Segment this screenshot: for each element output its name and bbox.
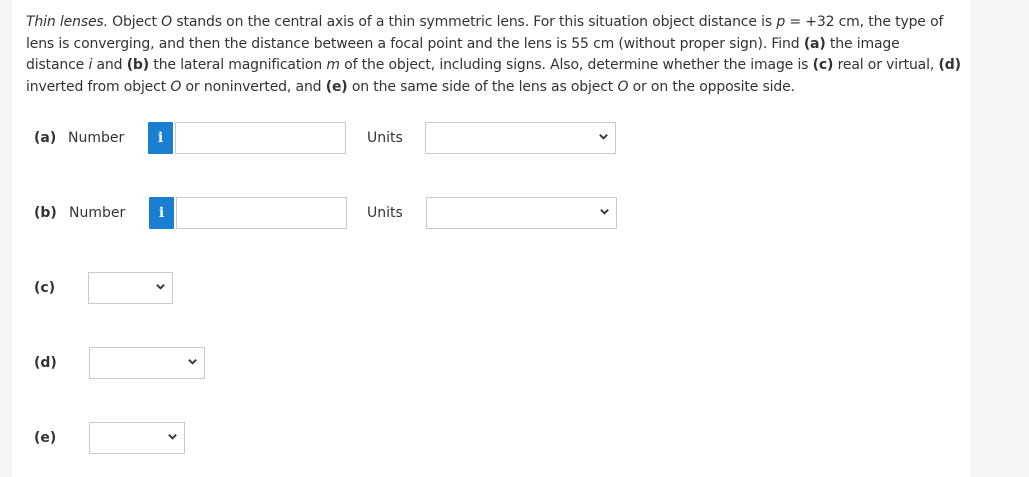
info-icon: i: [157, 130, 164, 146]
question-part-ref: (d): [938, 57, 961, 73]
question-segment: and: [92, 57, 127, 73]
question-segment: stands on the central axis of a thin sym…: [172, 14, 777, 30]
part-b-units-select[interactable]: [426, 197, 617, 229]
question-var: m: [326, 57, 340, 73]
question-part-ref: (c): [812, 57, 834, 73]
question-segment: on the same side of the lens as object: [347, 78, 618, 95]
chevron-down-icon: [188, 359, 197, 365]
question-panel: Thin lenses. Object O stands on the cent…: [12, 0, 970, 477]
part-c-label: (c): [34, 280, 56, 296]
chevron-down-icon: [168, 434, 177, 440]
part-e-select[interactable]: [89, 422, 185, 454]
question-segment: or noninverted, and: [181, 78, 326, 95]
question-segment: the lateral magnification: [149, 57, 327, 73]
part-a-units-label: Units: [367, 130, 403, 146]
part-a-info-button[interactable]: i: [148, 122, 173, 154]
part-d-label: (d): [34, 355, 57, 371]
part-b-info-button[interactable]: i: [149, 197, 174, 229]
question-lead: Thin lenses.: [26, 14, 108, 30]
info-icon: i: [158, 205, 165, 221]
part-a-units-select[interactable]: [425, 122, 616, 154]
part-b-units-label: Units: [367, 205, 403, 221]
part-c-select[interactable]: [88, 272, 173, 304]
question-segment: inverted from object: [26, 78, 171, 95]
question-segment: or on the opposite side.: [628, 78, 795, 95]
chevron-down-icon: [600, 209, 609, 215]
question-var: p: [776, 14, 786, 30]
part-d-select[interactable]: [89, 347, 205, 379]
question-part-ref: (a): [803, 35, 826, 52]
question-segment: Object: [107, 14, 162, 30]
question-var: O: [170, 78, 182, 95]
part-b-number-input[interactable]: [176, 197, 347, 229]
chevron-down-icon: [156, 284, 165, 290]
question-part-ref: (e): [325, 78, 348, 95]
part-a-number-label: Number: [68, 130, 125, 146]
question-var: O: [161, 14, 173, 30]
part-b-number-label: Number: [69, 205, 126, 221]
question-segment: of the object, including signs. Also, de…: [339, 57, 813, 73]
question-var: O: [617, 78, 629, 95]
question-text: Thin lenses. Object O stands on the cent…: [26, 12, 961, 98]
part-a-number-input[interactable]: [175, 122, 346, 154]
question-segment: real or virtual,: [833, 57, 939, 73]
part-e-label: (e): [34, 430, 57, 446]
part-b-label: (b): [34, 205, 57, 221]
question-part-ref: (b): [126, 57, 150, 73]
part-a-label: (a): [34, 130, 57, 146]
chevron-down-icon: [599, 134, 608, 140]
